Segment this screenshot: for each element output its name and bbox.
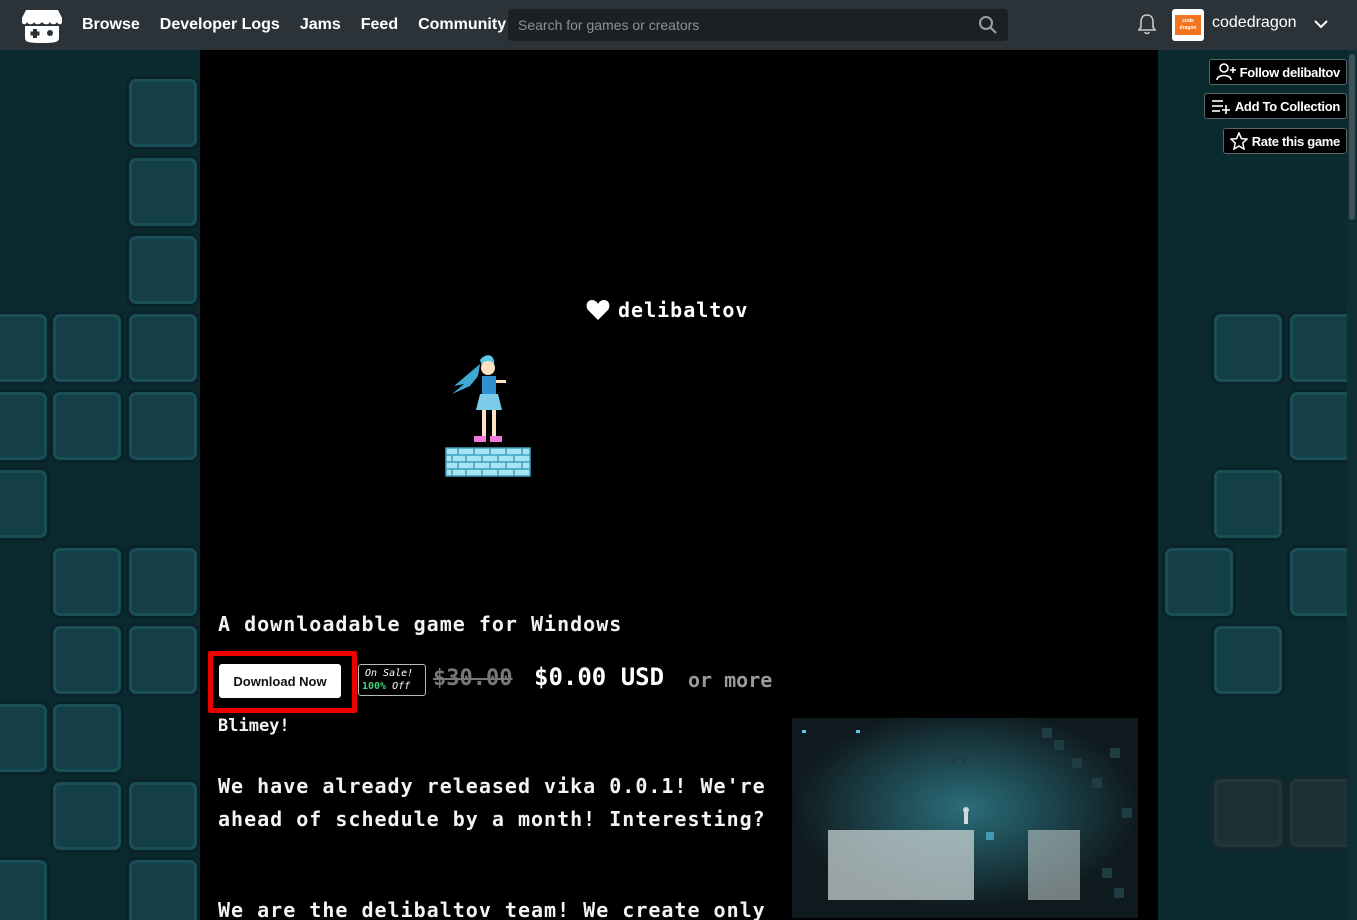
sale-percent: 100% <box>362 681 387 692</box>
sale-badge: On Sale! 100% Off <box>358 664 426 696</box>
nav-community[interactable]: Community <box>418 16 506 34</box>
add-to-collection-button[interactable]: Add To Collection <box>1203 93 1347 119</box>
game-header-name: delibaltov <box>618 298 749 322</box>
star-icon <box>1229 132 1248 150</box>
game-screenshot[interactable] <box>792 718 1138 918</box>
follow-label: Follow delibaltov <box>1239 64 1341 80</box>
description-paragraph: We are the delibaltov team! We create on… <box>218 898 766 920</box>
page-scrollbar[interactable] <box>1347 50 1357 920</box>
rate-label: Rate this game <box>1251 133 1341 149</box>
current-price: $0.00 USD <box>534 663 665 691</box>
chevron-down-icon[interactable] <box>1312 15 1330 33</box>
user-avatar[interactable]: code dragon <box>1172 9 1204 41</box>
sale-badge-discount: 100% Off <box>362 681 410 692</box>
sale-badge-title: On Sale! <box>365 668 414 679</box>
main-nav: Browse Developer Logs Jams Feed Communit… <box>82 0 506 50</box>
avatar-label: code dragon <box>1175 15 1201 35</box>
scrollbar-thumb[interactable] <box>1349 54 1355 220</box>
rate-game-button[interactable]: Rate this game <box>1222 128 1347 154</box>
nav-browse[interactable]: Browse <box>82 16 140 34</box>
add-user-icon <box>1215 63 1236 81</box>
itchio-logo-icon[interactable] <box>22 8 62 44</box>
username[interactable]: codedragon <box>1212 14 1297 32</box>
top-nav-bar: Browse Developer Logs Jams Feed Communit… <box>0 0 1357 50</box>
or-more-label: or more <box>688 668 773 692</box>
character-sprite <box>445 355 531 477</box>
nav-feed[interactable]: Feed <box>361 16 398 34</box>
sale-off-label: Off <box>392 681 411 692</box>
search-input[interactable] <box>508 9 1008 41</box>
description-heading: Blimey! <box>218 716 290 736</box>
game-page-column: delibaltov A downloadable game for Windo… <box>200 50 1158 920</box>
heart-icon <box>586 300 610 320</box>
original-price: $30.00 <box>433 666 513 691</box>
follow-button[interactable]: Follow delibaltov <box>1208 59 1347 85</box>
game-tagline: A downloadable game for Windows <box>218 612 623 636</box>
nav-developer-logs[interactable]: Developer Logs <box>160 16 280 34</box>
search-box <box>508 9 1008 41</box>
nav-jams[interactable]: Jams <box>300 16 341 34</box>
playlist-add-icon <box>1211 100 1230 114</box>
download-highlight-box <box>208 651 357 713</box>
collection-label: Add To Collection <box>1234 98 1340 114</box>
notification-bell-icon[interactable] <box>1137 13 1157 35</box>
description-paragraph: We have already released vika 0.0.1! We'… <box>218 774 766 831</box>
search-icon[interactable] <box>978 15 998 35</box>
game-header: delibaltov <box>586 298 748 322</box>
